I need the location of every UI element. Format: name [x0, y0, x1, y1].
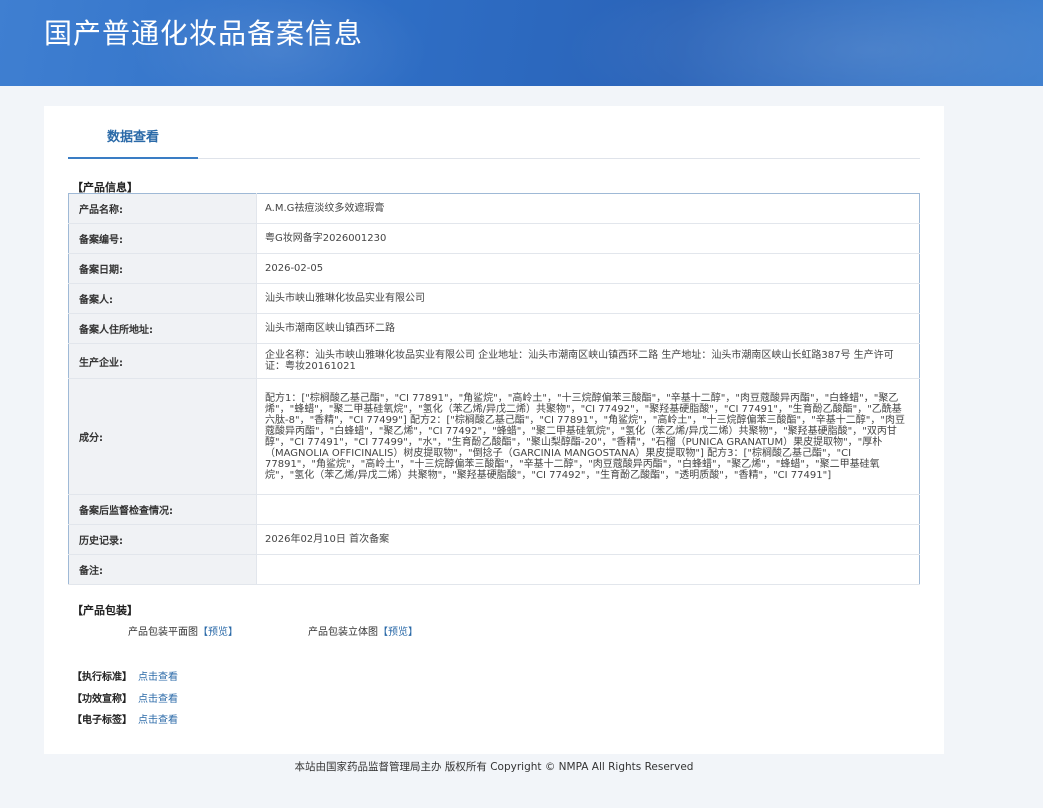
- packaging-solid-label: 产品包装立体图: [308, 627, 378, 638]
- product-info-table: 产品名称: A.M.G祛痘淡纹多效遮瑕膏 备案编号: 粤G妆网备字2026001…: [68, 193, 920, 585]
- bracket-open: 【: [378, 627, 388, 638]
- bracket-close: 】: [408, 627, 418, 638]
- e-label-link[interactable]: 点击查看: [138, 715, 178, 726]
- row-label: 备案人:: [68, 283, 257, 314]
- e-label-tag: 【电子标签】: [72, 715, 132, 726]
- bracket-close: 】: [228, 627, 238, 638]
- row-label: 备注:: [68, 554, 257, 585]
- table-row: 备案人: 汕头市峡山雅琳化妆品实业有限公司: [68, 283, 920, 314]
- row-value: 汕头市潮南区峡山镇西环二路: [256, 313, 920, 344]
- table-row: 备案人住所地址: 汕头市潮南区峡山镇西环二路: [68, 313, 920, 344]
- row-label: 生产企业:: [68, 343, 257, 379]
- content-panel: 数据查看 【产品信息】 产品名称: A.M.G祛痘淡纹多效遮瑕膏 备案编号: 粤…: [44, 106, 944, 754]
- packaging-solid: 产品包装立体图【预览】: [308, 623, 418, 638]
- table-row: 备案编号: 粤G妆网备字2026001230: [68, 223, 920, 254]
- section-title-packaging: 【产品包装】: [72, 604, 138, 617]
- standard-link[interactable]: 点击查看: [138, 672, 178, 683]
- efficacy-tag: 【功效宣称】: [72, 694, 132, 705]
- row-label: 备案日期:: [68, 253, 257, 284]
- table-row: 生产企业: 企业名称：汕头市峡山雅琳化妆品实业有限公司 企业地址：汕头市潮南区峡…: [68, 343, 920, 379]
- tab-data-view[interactable]: 数据查看: [68, 126, 198, 158]
- row-label: 成分:: [68, 378, 257, 495]
- row-label: 历史记录:: [68, 524, 257, 555]
- table-row: 历史记录: 2026年02月10日 首次备案: [68, 524, 920, 555]
- active-tab-indicator: [68, 157, 198, 159]
- header-banner: 国产普通化妆品备案信息: [0, 0, 1043, 86]
- row-value: 粤G妆网备字2026001230: [256, 223, 920, 254]
- row-value: [256, 494, 920, 525]
- page-title: 国产普通化妆品备案信息: [44, 17, 364, 50]
- ingredients-value: 配方1：["棕榈酸乙基己酯"，"CI 77891"，"角鲨烷"，"高岭土"，"十…: [256, 378, 920, 495]
- efficacy-row: 【功效宣称】 点击查看: [72, 690, 178, 705]
- row-label: 备案后监督检查情况:: [68, 494, 257, 525]
- row-label: 备案人住所地址:: [68, 313, 257, 344]
- footer-copyright: 本站由国家药品监督管理局主办 版权所有 Copyright © NMPA All…: [294, 761, 694, 773]
- table-row: 产品名称: A.M.G祛痘淡纹多效遮瑕膏: [68, 193, 920, 224]
- e-label-row: 【电子标签】 点击查看: [72, 711, 178, 726]
- standard-row: 【执行标准】 点击查看: [72, 668, 178, 683]
- row-label: 备案编号:: [68, 223, 257, 254]
- preview-flat-link[interactable]: 预览: [208, 627, 228, 638]
- row-value: 2026-02-05: [256, 253, 920, 284]
- packaging-flat: 产品包装平面图【预览】: [128, 623, 238, 638]
- row-value: 2026年02月10日 首次备案: [256, 524, 920, 555]
- row-value: 企业名称：汕头市峡山雅琳化妆品实业有限公司 企业地址：汕头市潮南区峡山镇西环二路…: [256, 343, 920, 379]
- table-row: 备案后监督检查情况:: [68, 494, 920, 525]
- table-row: 备案日期: 2026-02-05: [68, 253, 920, 284]
- standard-tag: 【执行标准】: [72, 672, 132, 683]
- packaging-flat-label: 产品包装平面图: [128, 627, 198, 638]
- efficacy-link[interactable]: 点击查看: [138, 694, 178, 705]
- row-value: 汕头市峡山雅琳化妆品实业有限公司: [256, 283, 920, 314]
- row-value: A.M.G祛痘淡纹多效遮瑕膏: [256, 193, 920, 224]
- bracket-open: 【: [198, 627, 208, 638]
- row-label: 产品名称:: [68, 193, 257, 224]
- row-value: [256, 554, 920, 585]
- table-row: 成分: 配方1：["棕榈酸乙基己酯"，"CI 77891"，"角鲨烷"，"高岭土…: [68, 378, 920, 495]
- tab-label: 数据查看: [106, 130, 159, 145]
- table-row: 备注:: [68, 554, 920, 585]
- preview-solid-link[interactable]: 预览: [388, 627, 408, 638]
